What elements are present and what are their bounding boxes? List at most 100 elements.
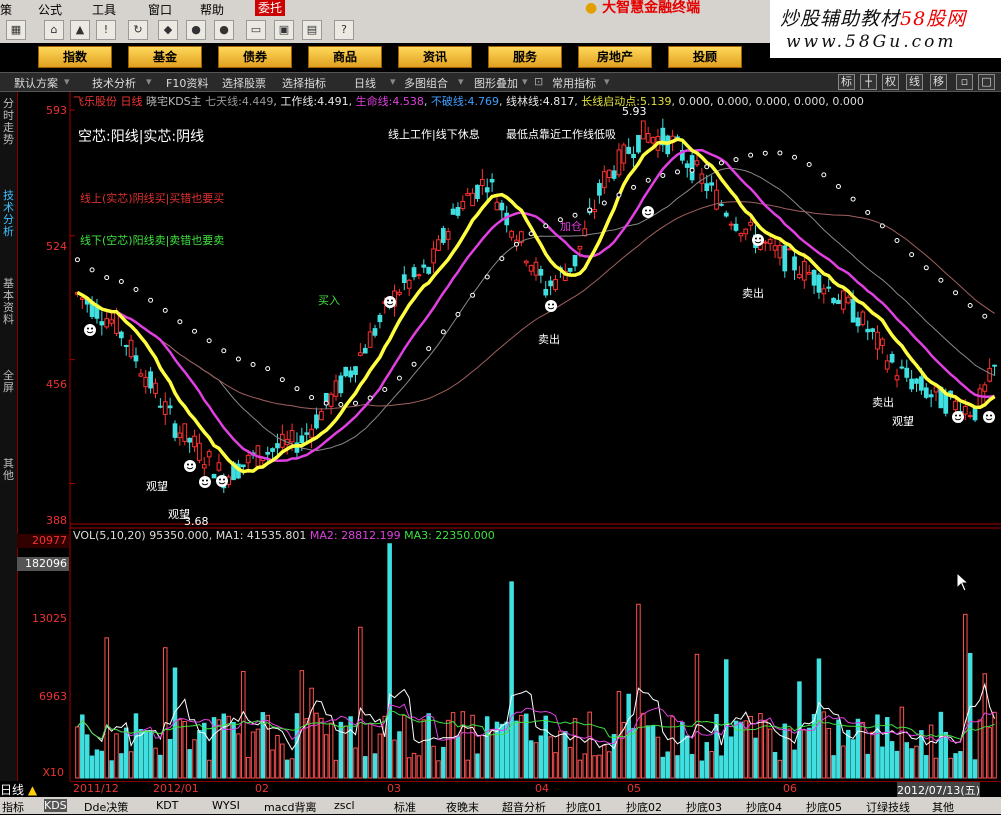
- volume-bar-120: [660, 756, 666, 779]
- menu-tools[interactable]: 工具: [92, 1, 116, 18]
- indicator-tab-11[interactable]: 抄底02: [626, 799, 662, 815]
- chevron-down-icon[interactable]: ▾: [458, 75, 464, 88]
- func-overlay[interactable]: 图形叠加: [474, 75, 518, 91]
- candle-body-71: [421, 264, 427, 268]
- window-icon[interactable]: ▣: [274, 20, 294, 40]
- category-news[interactable]: 资讯: [398, 46, 472, 68]
- warning-icon[interactable]: !: [96, 20, 116, 40]
- tab-other[interactable]: 其他: [1, 458, 16, 482]
- menu-trade[interactable]: 委托: [255, 0, 286, 16]
- candle-body-143: [772, 245, 778, 251]
- smiley-eye-l-5: [548, 303, 550, 306]
- dot-39: [265, 366, 271, 372]
- volume-bar-155: [831, 755, 836, 779]
- layout-icon[interactable]: ▤: [302, 20, 322, 40]
- indicator-tab-3[interactable]: KDT: [156, 799, 178, 812]
- smiley-eye-l-4: [387, 299, 389, 302]
- tab-tech-analysis[interactable]: 技术分析: [1, 190, 16, 238]
- menu-formula[interactable]: 公式: [38, 1, 62, 18]
- brand-logo-icon: ●: [585, 0, 598, 16]
- period-selector[interactable]: 日线 ▲: [0, 781, 70, 797]
- candle-body-69: [411, 267, 417, 278]
- circle-icon[interactable]: ●: [214, 20, 234, 40]
- candle-body-156: [836, 299, 841, 305]
- indicator-tab-16[interactable]: 其他: [932, 799, 954, 815]
- home-icon[interactable]: ⌂: [44, 20, 64, 40]
- indicator-tab-6[interactable]: zscl: [334, 799, 355, 812]
- volume-bar-19: [167, 738, 173, 779]
- menu-window[interactable]: 窗口: [148, 1, 172, 18]
- indicator-tab-9[interactable]: 超音分析: [502, 799, 546, 815]
- smiley-eye-l-0: [87, 327, 89, 330]
- indicator-tab-1[interactable]: KDS: [44, 799, 67, 812]
- flag-icon[interactable]: ▲: [70, 20, 90, 40]
- category-index[interactable]: 指数: [38, 46, 112, 68]
- ma-grey-line: [77, 167, 995, 452]
- tab-fundamentals[interactable]: 基本资料: [1, 278, 16, 326]
- func-f10[interactable]: F10资料: [166, 75, 208, 91]
- crosshair-icon[interactable]: ┼: [860, 74, 877, 90]
- btn-move[interactable]: 移: [930, 74, 947, 90]
- chevron-down-icon[interactable]: ▾: [146, 75, 152, 88]
- refresh-icon[interactable]: ↻: [128, 20, 148, 40]
- candle-body-186: [982, 384, 988, 392]
- grid-icon[interactable]: ▦: [6, 20, 26, 40]
- volume-bar-25: [197, 730, 202, 779]
- lock-icon[interactable]: ⊡: [534, 75, 543, 88]
- btn-rights[interactable]: 权: [882, 74, 899, 90]
- play-icon[interactable]: ●: [186, 20, 206, 40]
- volume-bar-172: [914, 745, 919, 779]
- category-realestate[interactable]: 房地产: [578, 46, 652, 68]
- indicator-tab-12[interactable]: 抄底03: [686, 799, 722, 815]
- indicator-tab-4[interactable]: WYSI: [212, 799, 240, 812]
- indicator-tab-0[interactable]: 指标: [2, 799, 24, 815]
- window-max-icon[interactable]: □: [978, 74, 995, 90]
- volume-bar-187: [987, 727, 992, 779]
- menu-strategy[interactable]: 策: [0, 1, 12, 18]
- chevron-down-icon[interactable]: ▾: [604, 75, 610, 88]
- func-daily[interactable]: 日线: [354, 75, 376, 91]
- btn-mark[interactable]: 标: [838, 74, 855, 90]
- category-fund[interactable]: 基金: [128, 46, 202, 68]
- diamond-icon[interactable]: ◆: [158, 20, 178, 40]
- print-icon[interactable]: ▭: [246, 20, 266, 40]
- btn-line[interactable]: 线: [906, 74, 923, 90]
- volume-bar-14: [143, 730, 148, 779]
- indicator-tab-7[interactable]: 标准: [394, 799, 416, 815]
- smiley-eye-r-9: [990, 414, 992, 417]
- tab-fullscreen[interactable]: 全屏: [1, 370, 16, 394]
- indicator-tabs: 指标 KDS Dde决策 KDT WYSI macd背离 zscl 标准 夜晚末 超音分析 抄底01…: [0, 797, 1001, 814]
- help-icon[interactable]: ?: [334, 20, 354, 40]
- indicator-tab-14[interactable]: 抄底05: [806, 799, 842, 815]
- indicator-tab-8[interactable]: 夜晚末: [446, 799, 479, 815]
- indicator-tab-5[interactable]: macd背离: [264, 799, 317, 815]
- candle-body-9: [118, 331, 124, 339]
- indicator-tab-15[interactable]: 订绿技线: [866, 799, 910, 815]
- func-multi-chart[interactable]: 多图组合: [404, 75, 448, 91]
- func-tech-analysis[interactable]: 技术分析: [92, 75, 136, 91]
- candle-body-98: [553, 279, 558, 290]
- chevron-down-icon[interactable]: ▾: [522, 75, 528, 88]
- tab-intraday[interactable]: 分时走势: [1, 98, 16, 146]
- category-bond[interactable]: 债券: [218, 46, 292, 68]
- chevron-down-icon[interactable]: ▾: [390, 75, 396, 88]
- menu-help[interactable]: 帮助: [200, 1, 224, 18]
- func-default-scheme[interactable]: 默认方案: [14, 75, 58, 91]
- candle-body-75: [440, 228, 446, 243]
- func-common-indicator[interactable]: 常用指标: [552, 75, 596, 91]
- indicator-tab-10[interactable]: 抄底01: [566, 799, 602, 815]
- dot-81: [470, 292, 476, 298]
- window-small-icon[interactable]: ▫: [956, 74, 973, 90]
- volume-bar-62: [377, 733, 383, 779]
- indicator-tab-2[interactable]: Dde决策: [84, 799, 128, 815]
- category-advisor[interactable]: 投顾: [668, 46, 742, 68]
- category-commodity[interactable]: 商品: [308, 46, 382, 68]
- candle-body-183: [967, 415, 973, 418]
- category-service[interactable]: 服务: [488, 46, 562, 68]
- volume-bar-84: [484, 716, 490, 779]
- chevron-down-icon[interactable]: ▾: [64, 75, 70, 88]
- func-select-indicator[interactable]: 选择指标: [282, 75, 326, 91]
- func-select-stock[interactable]: 选择股票: [222, 75, 266, 91]
- smiley-face-3: [216, 475, 228, 487]
- indicator-tab-13[interactable]: 抄底04: [746, 799, 782, 815]
